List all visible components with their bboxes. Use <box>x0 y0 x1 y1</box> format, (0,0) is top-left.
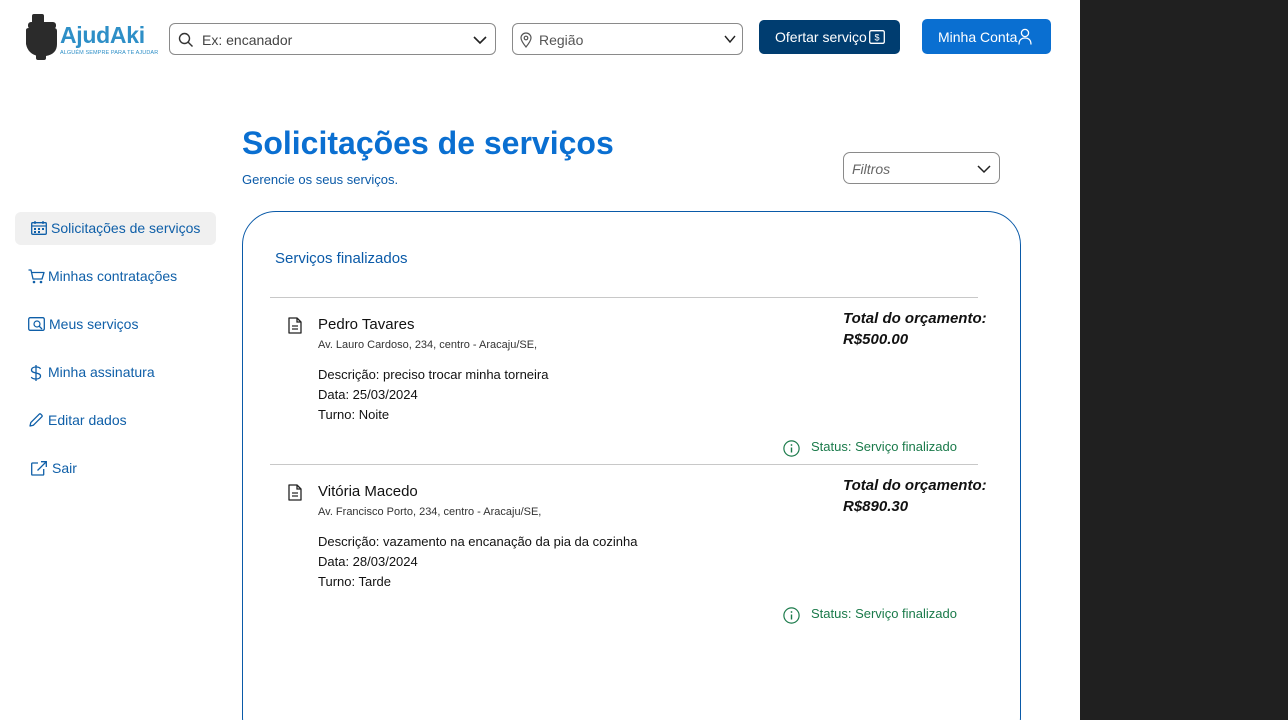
budget-total-value: R$890.30 <box>843 498 909 515</box>
sidebar-item-label: Minhas contratações <box>48 268 178 284</box>
sidebar-item-label: Meus serviços <box>49 316 139 332</box>
offer-service-button[interactable]: Ofertar serviço $ <box>759 20 900 54</box>
info-icon <box>783 607 800 624</box>
budget-total-label: Total do orçamento: <box>843 477 987 494</box>
service-shift: Turno: Tarde <box>318 574 391 589</box>
service-shift: Turno: Noite <box>318 407 390 422</box>
region-select[interactable]: Região <box>512 23 743 55</box>
brand-hand-icon <box>26 14 57 60</box>
chevron-down-icon[interactable] <box>473 33 487 47</box>
page-subtitle: Gerencie os seus serviços. <box>242 172 399 187</box>
page: AjudAki ALGUÉM SEMPRE PARA TE AJUDAR Ex:… <box>0 0 1080 720</box>
sidebar-item-meus-servicos[interactable]: Meus serviços <box>15 308 216 341</box>
section-title: Serviços finalizados <box>275 250 408 267</box>
budget-total: Total do orçamento: R$890.30 <box>843 475 987 517</box>
budget-total: Total do orçamento: R$500.00 <box>843 308 987 350</box>
service-date: Data: 28/03/2024 <box>318 554 418 569</box>
client-address: Av. Francisco Porto, 234, centro - Araca… <box>318 506 542 518</box>
external-link-icon <box>31 461 47 479</box>
filter-select[interactable]: Filtros <box>843 152 1000 184</box>
pencil-icon <box>29 413 43 430</box>
filter-label: Filtros <box>852 161 891 177</box>
page-title: Solicitações de serviços <box>242 125 614 161</box>
my-account-button[interactable]: Minha Conta <box>922 19 1051 54</box>
service-date: Data: 25/03/2024 <box>318 387 418 402</box>
client-name: Pedro Tavares <box>318 316 415 333</box>
service-description: Descrição: vazamento na encanação da pia… <box>318 534 638 549</box>
service-row[interactable]: Pedro Tavares Av. Lauro Cardoso, 234, ce… <box>243 298 1022 464</box>
status-text: Status: Serviço finalizado <box>811 439 957 454</box>
search-placeholder: Ex: encanador <box>202 32 293 48</box>
calendar-icon <box>31 221 47 238</box>
money-bill-icon: $ <box>869 30 885 47</box>
search-input[interactable]: Ex: encanador <box>169 23 496 55</box>
service-details: Descrição: vazamento na encanação da pia… <box>318 532 637 592</box>
offer-service-label: Ofertar serviço <box>775 29 867 45</box>
svg-text:$: $ <box>874 33 879 43</box>
user-icon <box>1018 28 1032 48</box>
status-text: Status: Serviço finalizado <box>811 606 957 621</box>
brand-name: AjudAki <box>60 22 145 48</box>
sidebar-item-sair[interactable]: Sair <box>15 452 216 485</box>
service-row[interactable]: Vitória Macedo Av. Francisco Porto, 234,… <box>243 465 1022 631</box>
client-address: Av. Lauro Cardoso, 234, centro - Aracaju… <box>318 339 538 351</box>
sidebar-item-label: Minha assinatura <box>48 364 155 380</box>
info-icon <box>783 440 800 457</box>
services-card: Serviços finalizados Pedro Tavares Av. L… <box>242 211 1021 720</box>
my-account-label: Minha Conta <box>938 29 1018 45</box>
sidebar-item-label: Editar dados <box>48 412 127 428</box>
cart-icon <box>28 269 45 287</box>
sidebar-item-solicitacoes[interactable]: Solicitações de serviços <box>15 212 216 245</box>
search-icon <box>178 32 193 47</box>
document-icon <box>288 484 302 501</box>
budget-total-label: Total do orçamento: <box>843 310 987 327</box>
sidebar-item-editar-dados[interactable]: Editar dados <box>15 404 216 437</box>
wallet-icon <box>28 317 45 334</box>
document-icon <box>288 317 302 334</box>
sidebar-item-label: Solicitações de serviços <box>51 220 201 236</box>
sidebar-item-label: Sair <box>52 460 77 476</box>
chevron-down-icon[interactable] <box>977 162 991 176</box>
sidebar-item-contratacoes[interactable]: Minhas contratações <box>15 260 216 293</box>
region-placeholder: Região <box>539 32 584 48</box>
budget-total-value: R$500.00 <box>843 331 909 348</box>
map-pin-icon <box>520 32 532 48</box>
dollar-icon <box>30 365 42 384</box>
brand-logo[interactable]: AjudAki ALGUÉM SEMPRE PARA TE AJUDAR <box>24 14 158 62</box>
chevron-down-icon[interactable] <box>724 33 736 45</box>
sidebar-item-assinatura[interactable]: Minha assinatura <box>15 356 216 389</box>
brand-tagline: ALGUÉM SEMPRE PARA TE AJUDAR <box>60 50 159 56</box>
service-description: Descrição: preciso trocar minha torneira <box>318 367 549 382</box>
service-details: Descrição: preciso trocar minha torneira… <box>318 365 548 425</box>
client-name: Vitória Macedo <box>318 483 418 500</box>
